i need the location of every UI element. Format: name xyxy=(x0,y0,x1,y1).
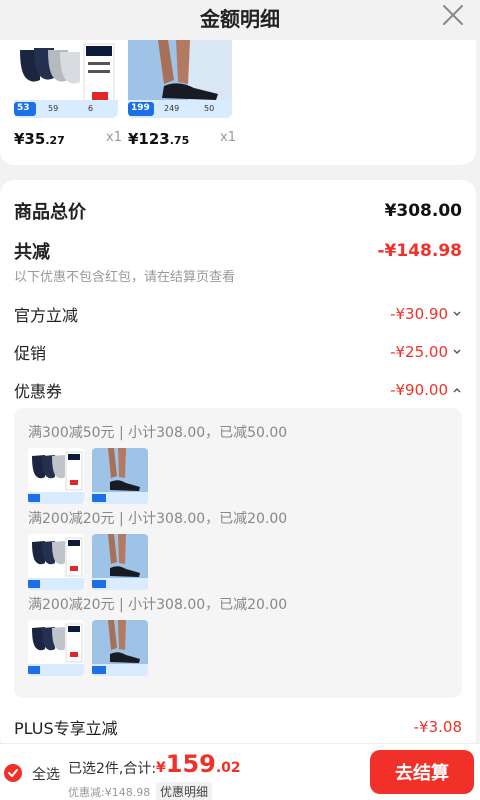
coupon-value: -¥90.00 xyxy=(390,381,462,399)
price-detail-card: 商品总价 ¥308.00 共减 -¥148.98 以下优惠不包含红包，请在结算页… xyxy=(0,180,476,750)
goods-total-label: 商品总价 xyxy=(14,202,86,223)
total-discount-label: 共减 xyxy=(14,242,50,263)
product-badge: 53 xyxy=(17,103,30,113)
goods-total-value: ¥308.00 xyxy=(384,201,462,221)
product-image: 199 249 50 xyxy=(128,40,232,118)
goods-total-row: 商品总价 ¥308.00 xyxy=(14,198,462,224)
coupon-rule: 满200减20元 | 小计308.00，已减20.00 xyxy=(28,597,288,613)
plus-discount-label: PLUS专享立减 xyxy=(14,719,118,738)
total-discount-row: 共减 -¥148.98 xyxy=(14,238,462,264)
discount-summary: 优惠减:¥148.98 xyxy=(68,786,151,799)
coupon-product-thumb xyxy=(92,620,148,676)
check-icon xyxy=(8,769,18,778)
product-tag-2: 50 xyxy=(204,104,215,113)
selected-summary: 已选2件,合计: xyxy=(68,761,157,777)
official-discount-value: -¥30.90 xyxy=(390,305,462,323)
close-icon[interactable] xyxy=(440,2,466,28)
product-image: 53 59 6 xyxy=(14,40,118,118)
checkout-bar: 全选 已选2件,合计: ¥159.02 优惠减:¥148.98 优惠明细 去结算 xyxy=(0,743,480,800)
coupon-label: 优惠券 xyxy=(14,382,63,401)
product-card: 53 59 6 ¥35.27 x1 199 249 50 ¥123.75 x1 xyxy=(0,40,476,165)
coupon-product-thumb xyxy=(28,448,84,504)
total-amount: ¥159.02 xyxy=(156,750,241,778)
page-title: 金额明细 xyxy=(200,6,280,31)
coupon-row[interactable]: 优惠券 -¥90.00 xyxy=(14,378,462,402)
product-tag-1: 249 xyxy=(164,104,180,113)
header: 金额明细 xyxy=(0,0,480,34)
coupon-rule: 满300减50元 | 小计308.00，已减50.00 xyxy=(28,425,288,441)
coupon-product-thumb xyxy=(92,448,148,504)
product-qty: x1 xyxy=(220,130,236,145)
coupon-product-thumb xyxy=(28,620,84,676)
chevron-up-icon xyxy=(453,388,461,393)
discount-detail-button[interactable]: 优惠明细 xyxy=(156,782,213,800)
product-tag-1: 59 xyxy=(48,104,59,113)
official-discount-label: 官方立减 xyxy=(14,306,79,325)
discount-note: 以下优惠不包含红包，请在结算页查看 xyxy=(14,270,236,285)
promo-value: -¥25.00 xyxy=(390,343,462,361)
product-tag-2: 6 xyxy=(88,104,94,113)
select-all-checkbox[interactable] xyxy=(4,764,22,782)
product-qty: x1 xyxy=(106,130,122,145)
coupon-product-thumb xyxy=(28,534,84,590)
total-discount-value: -¥148.98 xyxy=(377,241,463,261)
product-badge: 199 xyxy=(131,103,150,113)
promo-label: 促销 xyxy=(14,344,47,363)
coupon-product-thumb xyxy=(92,534,148,590)
promo-row[interactable]: 促销 -¥25.00 xyxy=(14,340,462,364)
chevron-down-icon xyxy=(453,311,461,316)
select-all-label[interactable]: 全选 xyxy=(32,764,60,784)
chevron-down-icon xyxy=(453,349,461,354)
checkout-button[interactable]: 去结算 xyxy=(370,750,474,794)
plus-discount-value: -¥3.08 xyxy=(413,718,462,736)
plus-discount-row: PLUS专享立减 -¥3.08 xyxy=(14,715,462,739)
official-discount-row[interactable]: 官方立减 -¥30.90 xyxy=(14,302,462,326)
coupon-detail-panel: 满300减50元 | 小计308.00，已减50.00 满200减20元 | 小… xyxy=(14,408,462,698)
product-item-shoes[interactable]: 199 249 50 ¥123.75 x1 xyxy=(128,40,236,148)
product-item-socks[interactable]: 53 59 6 ¥35.27 x1 xyxy=(14,40,122,148)
coupon-rule: 满200减20元 | 小计308.00，已减20.00 xyxy=(28,511,288,527)
product-price: ¥35.27 xyxy=(14,130,65,148)
product-price: ¥123.75 xyxy=(128,130,190,148)
